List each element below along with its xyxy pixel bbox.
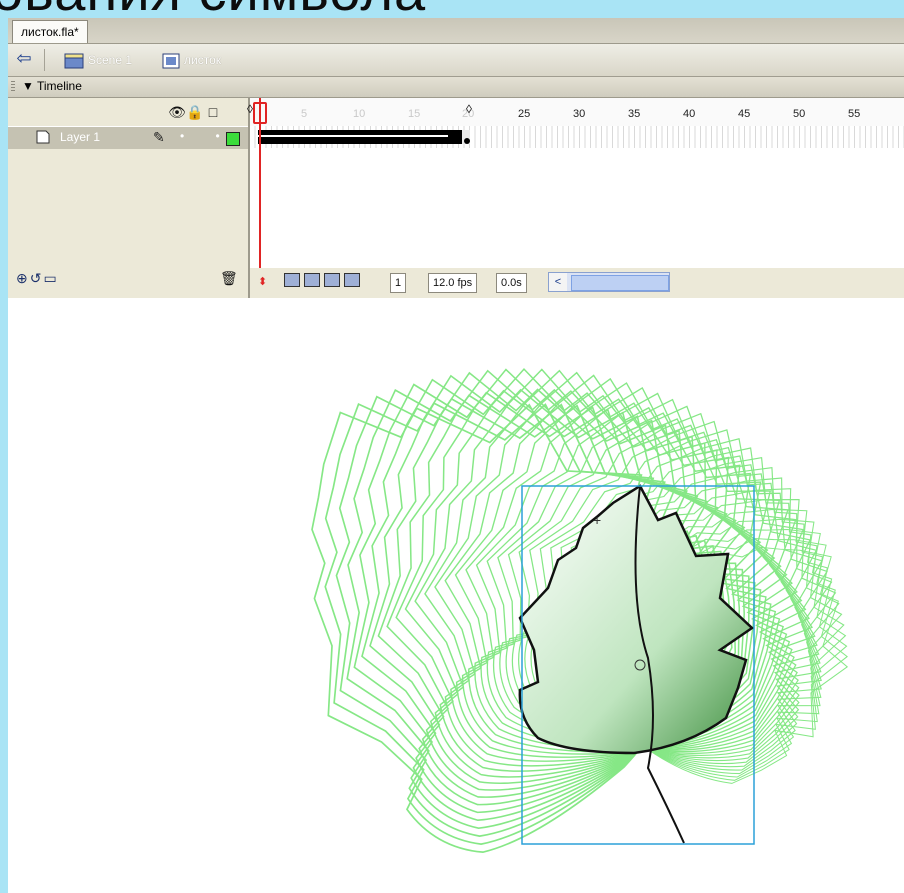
ruler-label: 5: [301, 108, 308, 120]
document-tab-strip: листок.fla*: [8, 18, 904, 44]
outline-icon[interactable]: □: [204, 104, 222, 120]
motion-tween[interactable]: [258, 130, 462, 144]
frames-area[interactable]: 5 10 15 20 25 30 35 40 45 50 55 ◊ ◊ ⬍ 1 …: [247, 98, 904, 298]
document-tab[interactable]: листок.fla*: [12, 20, 88, 43]
ruler-label: 40: [683, 108, 696, 120]
onion-skin-controls: [284, 273, 364, 291]
ruler-label: 55: [848, 108, 861, 120]
frame-rate[interactable]: 12.0 fps: [428, 273, 478, 293]
registration-point: +: [593, 512, 601, 528]
back-arrow-icon[interactable]: ⇦: [12, 47, 36, 69]
scroll-left-icon[interactable]: <: [549, 273, 567, 291]
layer-frames[interactable]: [250, 126, 904, 148]
timeline-status-bar: ⬍ 1 12.0 fps 0.0s <: [250, 268, 904, 298]
elapsed-time: 0.0s: [496, 273, 527, 293]
timeline-scrollbar[interactable]: <: [548, 272, 670, 292]
lock-icon[interactable]: 🔒: [186, 104, 204, 121]
ruler-label: 25: [518, 108, 531, 120]
layer-icon: [36, 130, 50, 144]
ruler-label: 50: [793, 108, 806, 120]
insert-layer-icon[interactable]: ⊕: [16, 270, 28, 286]
edit-bar: ⇦ Scene 1 листок: [8, 44, 904, 77]
insert-folder-icon[interactable]: ▭: [43, 270, 56, 286]
symbol-label[interactable]: листок: [184, 49, 221, 71]
end-keyframe[interactable]: [464, 138, 470, 144]
pencil-icon: ✎: [153, 129, 165, 145]
motion-guide-icon[interactable]: ↺: [30, 270, 42, 286]
scrollbar-thumb[interactable]: [571, 275, 669, 291]
timeline-panel-header[interactable]: ▼ Timeline: [8, 77, 904, 98]
keyframe-marker: ◊: [466, 102, 472, 116]
layer-header-icons: 👁🔒 □: [168, 104, 222, 120]
playhead-handle[interactable]: [253, 102, 267, 124]
flash-window: листок.fla* ⇦ Scene 1 листок ▼ Timeline …: [8, 18, 904, 893]
ruler-label: 15: [408, 108, 421, 120]
modify-onion-markers-icon[interactable]: [344, 273, 360, 287]
scene-icon[interactable]: [64, 53, 84, 69]
tween-arrow: [258, 135, 448, 137]
eye-icon[interactable]: 👁: [168, 104, 186, 121]
ruler-label: 10: [353, 108, 366, 120]
panel-grip-icon[interactable]: [11, 81, 15, 93]
timeline-body: 👁🔒 □ Layer 1 ✎ • • ⊕ ↺ ▭ 🗑 5 10 15 20 25…: [8, 98, 904, 298]
scene-label[interactable]: Scene 1: [88, 49, 132, 71]
trash-icon[interactable]: 🗑: [220, 270, 238, 287]
timeline-title: ▼ Timeline: [22, 79, 82, 93]
ruler-label: 35: [628, 108, 641, 120]
layer-tools: ⊕ ↺ ▭: [16, 270, 59, 290]
layer-outline-color[interactable]: [226, 132, 240, 146]
edit-multiple-frames-icon[interactable]: [324, 273, 340, 287]
layer-name[interactable]: Layer 1: [60, 130, 100, 144]
ruler-label: 45: [738, 108, 751, 120]
center-frame-icon[interactable]: ⬍: [258, 273, 267, 291]
onion-skin-icon[interactable]: [284, 273, 300, 287]
ruler-label: 30: [573, 108, 586, 120]
movie-clip-symbol-icon: [162, 53, 180, 69]
leaf-artwork[interactable]: +: [8, 298, 904, 893]
onion-skin-outlines-icon[interactable]: [304, 273, 320, 287]
layer-column: 👁🔒 □ Layer 1 ✎ • • ⊕ ↺ ▭ 🗑: [8, 98, 250, 298]
current-frame: 1: [390, 273, 407, 293]
stage[interactable]: +: [8, 298, 904, 893]
timeline-title-label: Timeline: [37, 79, 82, 93]
frame-ruler[interactable]: 5 10 15 20 25 30 35 40 45 50 55 ◊ ◊: [247, 98, 904, 127]
layer-row[interactable]: Layer 1 ✎ • •: [8, 126, 248, 149]
divider: [44, 49, 45, 71]
